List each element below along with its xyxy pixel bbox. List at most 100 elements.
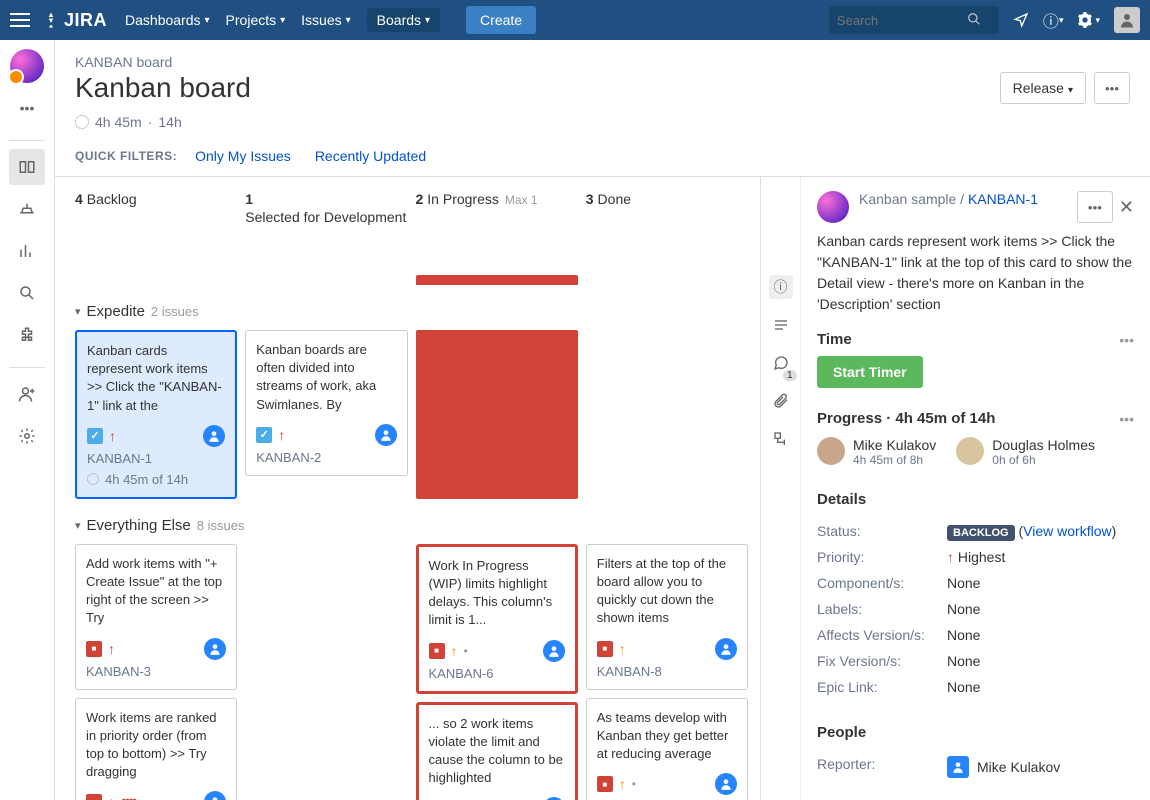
card-kanban-4[interactable]: Work items are ranked in priority order … [75,698,237,800]
rail-search-icon[interactable] [9,275,45,311]
reporter-avatar [947,756,969,778]
status-badge: BACKLOG [947,525,1015,541]
board-more-button[interactable]: ••• [1094,72,1130,104]
card-key[interactable]: KANBAN-3 [86,664,226,679]
detail-comments-icon[interactable]: 1 [769,351,793,375]
page-title: Kanban board [75,72,1000,104]
nav-dashboards[interactable]: Dashboards▾ [125,12,210,28]
assignee-avatar [715,638,737,660]
task-icon [87,428,103,444]
days-in-column-icon: •••• [121,793,135,800]
rail-settings-icon[interactable] [9,418,45,454]
field-epic-link: Epic Link: None [817,674,1134,700]
project-avatar[interactable] [9,48,45,84]
story-icon [597,776,613,792]
search-box[interactable] [829,6,999,34]
jira-logo[interactable]: JIRA [42,10,107,31]
days-dot-icon: • [464,644,468,658]
column-backlog[interactable]: 4Backlog [75,191,237,225]
rail-reports-icon[interactable] [9,233,45,269]
issue-key-link[interactable]: KANBAN-1 [968,191,1038,207]
priority-high-icon: ↑ [451,643,458,659]
time-summary: 4h 45m · 14h [75,114,1130,130]
field-labels: Labels: None [817,596,1134,622]
progress-person-2: Douglas Holmes 0h of 6h [956,437,1095,467]
nav-boards[interactable]: Boards▾ [367,8,440,32]
issue-summary: Kanban cards represent work items >> Cli… [817,231,1134,315]
people-section-label: People [817,724,1134,741]
card-kanban-1[interactable]: Kanban cards represent work items >> Cli… [75,330,237,499]
nav-issues[interactable]: Issues▾ [301,12,351,28]
filter-only-my-issues[interactable]: Only My Issues [195,148,291,164]
story-icon [86,794,102,800]
chevron-down-icon: ▾ [75,519,81,532]
rail-more-icon[interactable]: ••• [9,90,45,126]
field-status: Status: BACKLOG (View workflow) [817,518,1134,544]
detail-info-icon[interactable]: ⓘ [769,275,793,299]
filter-recently-updated[interactable]: Recently Updated [315,148,426,164]
progress-more-icon[interactable]: ••• [1119,411,1134,427]
view-workflow-link[interactable]: View workflow [1023,523,1111,539]
quick-filters-label: QUICK FILTERS: [75,149,177,163]
priority-high-icon: ↑ [619,776,626,792]
card-key[interactable]: KANBAN-1 [87,451,225,466]
rail-addons-icon[interactable] [9,317,45,353]
settings-icon[interactable]: ▾ [1077,12,1100,28]
card-key[interactable]: KANBAN-6 [429,666,565,681]
column-selected[interactable]: 1Selected for Development [245,191,407,225]
days-dot-icon: • [632,777,636,791]
card-kanban-9[interactable]: As teams develop with Kanban they get be… [586,698,748,800]
app-switcher-icon[interactable] [10,13,30,27]
assignee-avatar [715,773,737,795]
start-timer-button[interactable]: Start Timer [817,356,923,388]
clock-icon [75,115,89,129]
page-header: KANBAN board Kanban board Release▾ ••• 4… [55,40,1150,176]
detail-subtasks-icon[interactable] [769,427,793,451]
feedback-icon[interactable] [1013,12,1029,28]
swimlane-everything-else[interactable]: ▾ Everything Else 8 issues [75,517,748,534]
card-kanban-3[interactable]: Add work items with "+ Create Issue" at … [75,544,237,690]
progress-section-label: Progress · 4h 45m of 14h [817,410,1119,427]
time-more-icon[interactable]: ••• [1119,332,1134,348]
progress-person-1: Mike Kulakov 4h 45m of 8h [817,437,936,467]
card-key[interactable]: KANBAN-2 [256,450,396,465]
search-input[interactable] [837,13,967,28]
board-columns: 4Backlog 1Selected for Development 2In P… [55,177,760,800]
detail-description-icon[interactable] [769,313,793,337]
field-affects-versions: Affects Version/s: None [817,622,1134,648]
breadcrumb[interactable]: KANBAN board [75,54,1130,70]
create-button[interactable]: Create [466,6,536,34]
field-fix-versions: Fix Version/s: None [817,648,1134,674]
task-icon [256,427,272,443]
priority-highest-icon: ↑ [108,794,115,800]
priority-highest-icon: ↑ [109,428,116,444]
time-section-label: Time [817,331,1119,348]
assignee-avatar [204,791,226,800]
card-kanban-2[interactable]: Kanban boards are often divided into str… [245,330,407,476]
story-icon [597,641,613,657]
column-in-progress[interactable]: 2In ProgressMax 1 [416,191,578,225]
detail-rail: ⓘ 1 [761,177,801,800]
detail-more-button[interactable]: ••• [1077,191,1113,223]
rail-board-icon[interactable] [9,149,45,185]
nav-projects[interactable]: Projects▾ [226,12,286,28]
card-key[interactable]: KANBAN-8 [597,664,737,679]
release-button[interactable]: Release▾ [1000,72,1086,104]
rail-ship-icon[interactable] [9,191,45,227]
assignee-avatar [543,640,565,662]
close-icon[interactable]: ✕ [1119,197,1134,218]
search-icon [967,12,981,29]
field-reporter: Reporter: Mike Kulakov [817,751,1134,783]
card-kanban-8[interactable]: Filters at the top of the board allow yo… [586,544,748,690]
card-kanban-7[interactable]: ... so 2 work items violate the limit an… [416,702,578,800]
detail-attachments-icon[interactable] [769,389,793,413]
card-kanban-6[interactable]: Work In Progress (WIP) limits highlight … [416,544,578,694]
profile-avatar[interactable] [1114,7,1140,33]
help-icon[interactable]: ⓘ▾ [1043,8,1064,32]
left-rail: ••• [0,40,55,800]
field-priority: Priority: ↑ Highest [817,544,1134,570]
rail-add-user-icon[interactable] [9,376,45,412]
column-done[interactable]: 3Done [586,191,748,225]
swimlane-expedite[interactable]: ▾ Expedite 2 issues [75,303,748,320]
logo-text: JIRA [64,10,107,31]
